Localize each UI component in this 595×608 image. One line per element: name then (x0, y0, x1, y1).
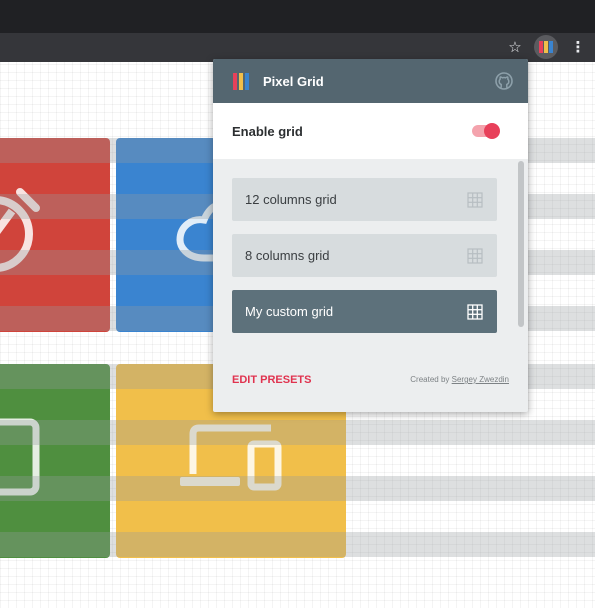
blue-tile (116, 138, 216, 332)
presets-list: 12 columns grid 8 columns grid My custom… (213, 159, 528, 347)
grid-icon (467, 247, 483, 264)
stopwatch-icon (0, 188, 40, 272)
preset-my-custom-grid[interactable]: My custom grid (232, 290, 497, 333)
red-tile (0, 138, 110, 332)
cloud-icon (176, 202, 216, 262)
credit-prefix: Created by (410, 375, 450, 384)
author-link[interactable]: Sergey Zwezdin (452, 375, 509, 384)
credit-text: Created by Sergey Zwezdin (410, 375, 509, 384)
green-tile (0, 364, 110, 558)
grid-icon (467, 191, 483, 208)
grid-row-band (0, 420, 595, 445)
preset-label: 8 columns grid (245, 248, 330, 263)
popup-title: Pixel Grid (263, 73, 324, 89)
preset-label: 12 columns grid (245, 192, 337, 207)
toggle-thumb (484, 123, 500, 139)
grid-icon (467, 303, 483, 320)
browser-toolbar: ☆ ⋮ (0, 33, 595, 62)
enable-grid-toggle[interactable] (472, 123, 500, 139)
star-icon[interactable]: ☆ (503, 35, 527, 59)
preset-label: My custom grid (245, 304, 334, 319)
kebab-menu-icon[interactable]: ⋮ (566, 35, 590, 59)
pixel-grid-popup: Pixel Grid Enable grid 12 columns grid 8… (213, 59, 528, 412)
presets-scrollbar[interactable] (518, 161, 524, 327)
pixel-grid-extension-button[interactable] (534, 35, 558, 59)
preset-12-columns[interactable]: 12 columns grid (232, 178, 497, 221)
pixel-grid-logo-icon (233, 72, 249, 90)
phone-icon (0, 418, 40, 496)
enable-grid-label: Enable grid (232, 123, 303, 139)
pixel-grid-logo-icon (539, 41, 553, 53)
grid-row-band (0, 532, 595, 557)
preset-8-columns[interactable]: 8 columns grid (232, 234, 497, 277)
github-icon[interactable] (494, 71, 514, 91)
browser-tab-strip (0, 0, 595, 33)
edit-presets-link[interactable]: EDIT PRESETS (232, 374, 311, 386)
popup-header: Pixel Grid (213, 59, 528, 103)
grid-row-band (0, 476, 595, 501)
enable-grid-row: Enable grid (213, 103, 528, 159)
popup-footer: EDIT PRESETS Created by Sergey Zwezdin (213, 347, 528, 412)
